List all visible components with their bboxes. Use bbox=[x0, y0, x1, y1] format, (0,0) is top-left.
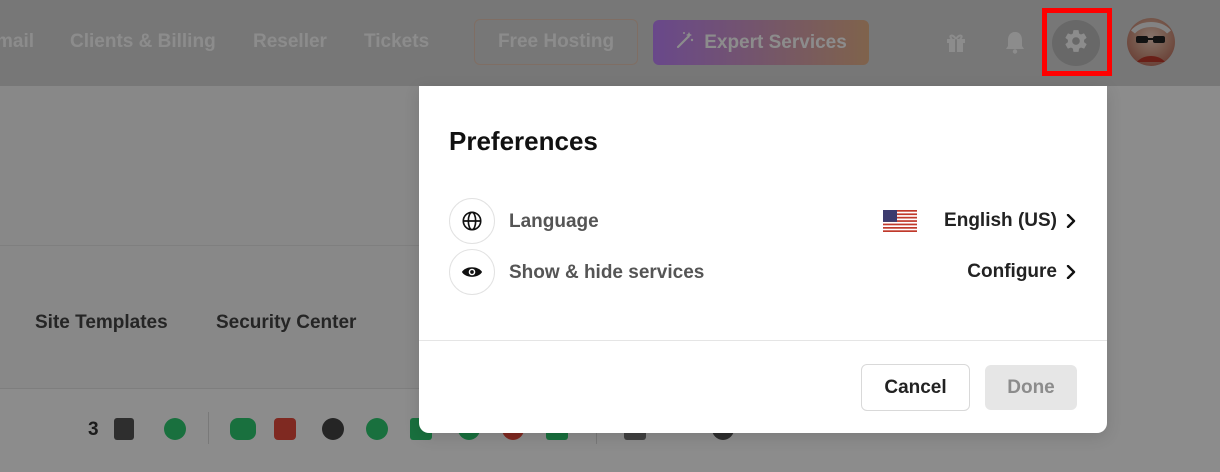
eye-icon bbox=[449, 249, 495, 295]
chevron-right-icon bbox=[1063, 262, 1079, 282]
preferences-panel: Preferences Language English (US) Show &… bbox=[419, 86, 1107, 433]
done-button[interactable]: Done bbox=[985, 365, 1077, 410]
language-value: English (US) bbox=[944, 210, 1057, 231]
chevron-right-icon bbox=[1063, 211, 1079, 231]
settings-highlight-box bbox=[1042, 8, 1112, 76]
panel-divider bbox=[419, 340, 1107, 341]
globe-icon bbox=[449, 198, 495, 244]
language-row[interactable]: Language English (US) bbox=[449, 198, 1081, 244]
services-label: Show & hide services bbox=[509, 262, 705, 283]
preferences-title: Preferences bbox=[449, 126, 598, 156]
show-hide-services-row[interactable]: Show & hide services Configure bbox=[449, 249, 1081, 295]
language-label: Language bbox=[509, 211, 599, 232]
configure-value: Configure bbox=[967, 261, 1057, 282]
us-flag-icon bbox=[883, 210, 917, 232]
cancel-button[interactable]: Cancel bbox=[861, 364, 970, 411]
